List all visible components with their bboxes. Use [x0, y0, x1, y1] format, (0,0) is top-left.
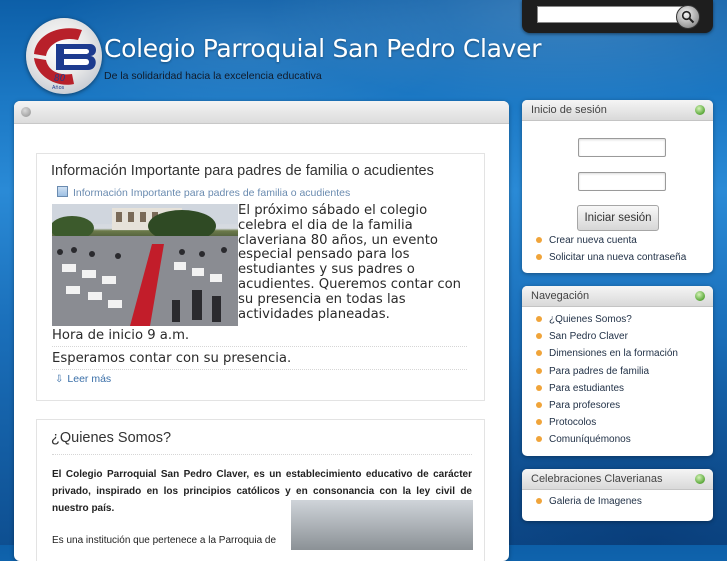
celebrations-block-title-text: Celebraciones Claverianas	[531, 473, 663, 485]
request-password-link[interactable]: Solicitar una nueva contraseña	[536, 249, 686, 266]
main-content: Información Importante para padres de fa…	[14, 101, 509, 561]
login-block-title-text: Inicio de sesión	[531, 104, 607, 116]
site-logo[interactable]: 80 Años	[26, 18, 102, 94]
password-field[interactable]	[578, 172, 666, 191]
nav-item-padres[interactable]: Para padres de familia	[536, 363, 678, 380]
search-input[interactable]	[537, 6, 689, 23]
gallery-link[interactable]: Galeria de Imagenes	[536, 493, 642, 510]
nav-item-profesores[interactable]: Para profesores	[536, 397, 678, 414]
nav-item-dimensiones[interactable]: Dimensiones en la formación	[536, 345, 678, 362]
login-block: Inicio de sesión Iniciar sesión Crear nu…	[522, 100, 713, 273]
nav-item-protocolos[interactable]: Protocolos	[536, 414, 678, 431]
search-button[interactable]	[676, 5, 700, 29]
article-node: Información Importante para padres de fa…	[36, 153, 485, 401]
collapse-icon[interactable]	[695, 474, 705, 484]
about-divider	[52, 454, 472, 455]
celebrations-block-title: Celebraciones Claverianas	[522, 469, 713, 490]
about-title[interactable]: ¿Quienes Somos?	[51, 430, 171, 446]
login-block-title: Inicio de sesión	[522, 100, 713, 121]
event-photo	[52, 204, 238, 326]
article-body: El próximo sábado el colegio celebra el …	[238, 203, 462, 322]
nav-item-san-pedro-claver[interactable]: San Pedro Claver	[536, 328, 678, 345]
content-toolbar	[14, 101, 509, 124]
navigation-block-title: Navegación	[522, 286, 713, 307]
site-title[interactable]: Colegio Parroquial San Pedro Claver	[104, 34, 542, 63]
category-icon	[57, 186, 68, 197]
logo-years-word: Años	[52, 85, 65, 91]
about-image[interactable]	[291, 500, 473, 550]
site-slogan: De la solidaridad hacia la excelencia ed…	[104, 70, 322, 82]
article-closing: Esperamos contar con su presencia.	[52, 351, 467, 370]
celebrations-block: Celebraciones Claverianas Galeria de Ima…	[522, 469, 713, 521]
nav-item-quienes-somos[interactable]: ¿Quienes Somos?	[536, 311, 678, 328]
article-category[interactable]: Información Importante para padres de fa…	[57, 186, 350, 199]
search-icon	[681, 10, 695, 24]
nav-item-comuniquemonos[interactable]: Comuníquémonos	[536, 431, 678, 448]
collapse-icon[interactable]	[695, 105, 705, 115]
collapse-icon[interactable]	[695, 291, 705, 301]
navigation-block: Navegación ¿Quienes Somos? San Pedro Cla…	[522, 286, 713, 456]
article-category-label: Información Importante para padres de fa…	[73, 187, 351, 199]
read-more-link[interactable]: ⇩ Leer más	[55, 373, 111, 385]
about-node: ¿Quienes Somos? El Colegio Parroquial Sa…	[36, 419, 485, 561]
celebrations-menu: Galeria de Imagenes	[536, 493, 642, 510]
login-button[interactable]: Iniciar sesión	[577, 205, 659, 231]
read-more-arrow-icon: ⇩	[55, 374, 64, 385]
login-links: Crear nueva cuenta Solicitar una nueva c…	[536, 232, 686, 266]
create-account-link[interactable]: Crear nueva cuenta	[536, 232, 686, 249]
logo-emblem-icon: 80 Años	[34, 28, 96, 91]
article-title[interactable]: Información Importante para padres de fa…	[51, 163, 434, 179]
logo-years: 80	[54, 74, 66, 84]
panel-dot-icon	[21, 107, 31, 117]
about-paragraph-2: Es una institución que pertenece a la Pa…	[52, 535, 277, 546]
navigation-block-title-text: Navegación	[531, 290, 590, 302]
navigation-menu: ¿Quienes Somos? San Pedro Claver Dimensi…	[536, 311, 678, 449]
article-image[interactable]	[52, 204, 238, 326]
read-more-label: Leer más	[67, 373, 112, 385]
nav-item-estudiantes[interactable]: Para estudiantes	[536, 380, 678, 397]
article-start-time: Hora de inicio 9 a.m.	[52, 328, 467, 347]
username-field[interactable]	[578, 138, 666, 157]
